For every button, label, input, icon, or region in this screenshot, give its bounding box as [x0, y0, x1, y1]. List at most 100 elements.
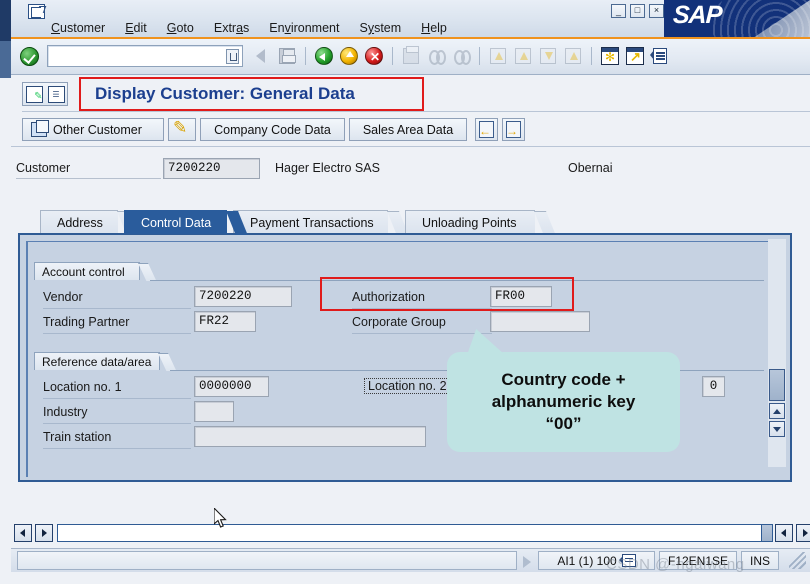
edit-button[interactable]	[168, 118, 196, 141]
print-icon[interactable]	[400, 45, 422, 67]
enter-check-icon[interactable]	[20, 47, 39, 66]
tab-control-data-label: Control Data	[141, 215, 212, 230]
account-control-rule	[150, 280, 764, 281]
hscroll-left-button[interactable]	[14, 524, 32, 542]
status-insert-mode-label: INS	[749, 553, 770, 568]
location-no-2-field[interactable]: 0	[702, 376, 725, 397]
command-field[interactable]	[47, 45, 243, 67]
status-message-area	[17, 551, 517, 570]
close-button[interactable]: ×	[649, 4, 664, 18]
close-glyph: ×	[653, 5, 660, 15]
page-title: Display Customer: General Data	[95, 84, 355, 103]
panel-scroll-thumb[interactable]	[769, 369, 785, 401]
system-toolbar: ✕	[11, 39, 810, 75]
status-system-cell[interactable]: AI1 (1) 100	[538, 551, 655, 570]
account-control-title-label: Account control	[42, 264, 125, 279]
customer-number-field[interactable]: 7200220	[163, 158, 260, 179]
corporate-group-field[interactable]	[490, 311, 590, 332]
maximize-glyph: □	[634, 5, 641, 15]
hscroll-right-button[interactable]	[35, 524, 53, 542]
location-no-1-underline	[43, 398, 191, 399]
toolbar-separator	[305, 47, 306, 65]
system-menu-icon[interactable]	[28, 4, 45, 19]
back-arrow-icon[interactable]	[251, 45, 273, 67]
cancel-red-icon[interactable]: ✕	[363, 45, 385, 67]
tab-payment-transactions[interactable]: Payment Transactions	[233, 210, 409, 235]
tab-unloading-points[interactable]: Unloading Points	[405, 210, 556, 235]
help-icon[interactable]	[649, 45, 671, 67]
other-customer-label: Other Customer	[53, 122, 142, 137]
menu-item-extras[interactable]: Extras	[204, 20, 259, 36]
callout-line-1: Country code +	[501, 370, 626, 390]
tab-control-data[interactable]: Control Data	[124, 210, 248, 235]
window-left-edge-lower	[0, 41, 11, 78]
train-station-underline	[43, 448, 191, 449]
vendor-label-underline	[43, 308, 191, 309]
corporate-group-label-underline	[352, 333, 492, 334]
tab-strip: Address Control Data Payment Transaction…	[26, 210, 796, 235]
menu-item-system[interactable]: System	[349, 20, 411, 36]
industry-field[interactable]	[194, 401, 234, 422]
panel-scroll-down-button[interactable]	[769, 421, 785, 437]
title-divider	[22, 111, 810, 112]
location-no-1-label: Location no. 1	[43, 380, 122, 394]
authorization-label: Authorization	[352, 290, 425, 304]
previous-page-icon[interactable]	[512, 45, 534, 67]
menu-item-goto[interactable]: Goto	[157, 20, 204, 36]
last-page-icon[interactable]	[562, 45, 584, 67]
next-customer-button[interactable]: →	[502, 118, 525, 141]
menu-item-environment[interactable]: Environment	[259, 20, 349, 36]
status-expand-icon[interactable]	[523, 556, 531, 568]
other-customer-button[interactable]: Other Customer	[22, 118, 164, 141]
window-left-edge	[0, 0, 11, 41]
panel-vertical-scrollbar[interactable]	[768, 239, 786, 467]
hscroll-right-button-2[interactable]	[796, 524, 810, 542]
authorization-field[interactable]: FR00	[490, 286, 552, 307]
menu-item-help[interactable]: Help	[411, 20, 457, 36]
hscroll-track[interactable]	[57, 524, 773, 542]
company-code-data-button[interactable]: Company Code Data	[200, 118, 345, 141]
menu-item-edit[interactable]: Edit	[115, 20, 157, 36]
panel-scroll-up-button[interactable]	[769, 403, 785, 419]
location-no-2-label[interactable]: Location no. 2	[364, 378, 451, 394]
minimize-button[interactable]: _	[611, 4, 626, 18]
next-page-icon[interactable]	[537, 45, 559, 67]
find-next-icon[interactable]	[450, 45, 472, 67]
back-green-icon[interactable]	[313, 45, 335, 67]
sap-logo-wave	[710, 0, 810, 37]
hscroll-thumb[interactable]	[761, 524, 773, 542]
location-no-1-field[interactable]: 0000000	[194, 376, 269, 397]
new-session-icon[interactable]	[599, 45, 621, 67]
save-icon[interactable]	[276, 45, 298, 67]
customer-header-row: Customer 7200220 Hager Electro SAS Obern…	[11, 152, 810, 190]
status-insert-mode-cell[interactable]: INS	[741, 551, 779, 570]
command-history-icon[interactable]	[226, 49, 239, 64]
previous-customer-button[interactable]: ←	[475, 118, 498, 141]
tab-address-label: Address	[57, 215, 103, 230]
page-title-highlight: Display Customer: General Data	[79, 77, 424, 111]
menu-item-customer[interactable]: CCustomerustomer	[41, 20, 115, 36]
other-customer-icon	[31, 120, 49, 137]
authorization-label-underline	[352, 308, 492, 309]
edit-pencil-icon	[173, 118, 190, 139]
sales-area-data-button[interactable]: Sales Area Data	[349, 118, 467, 141]
maximize-button[interactable]: □	[630, 4, 645, 18]
tab-address[interactable]: Address	[40, 210, 139, 235]
title-icon-group[interactable]: ☰	[22, 82, 68, 106]
first-page-icon[interactable]	[487, 45, 509, 67]
account-control-title: Account control	[34, 262, 157, 281]
application-toolbar: Other Customer Company Code Data Sales A…	[11, 113, 810, 147]
find-icon[interactable]	[425, 45, 447, 67]
callout-line-3: “00”	[545, 413, 582, 433]
trading-partner-field[interactable]: FR22	[194, 311, 256, 332]
resize-grip-icon[interactable]	[789, 552, 806, 569]
hscroll-left-button-2[interactable]	[775, 524, 793, 542]
reference-data-title: Reference data/area	[34, 352, 177, 371]
create-shortcut-icon[interactable]	[624, 45, 646, 67]
exit-yellow-icon[interactable]	[338, 45, 360, 67]
server-info-icon[interactable]	[618, 554, 636, 567]
previous-customer-arrow: ←	[479, 124, 491, 138]
vendor-field[interactable]: 7200220	[194, 286, 292, 307]
train-station-field[interactable]	[194, 426, 426, 447]
status-system-label: AI1 (1) 100	[557, 553, 617, 568]
